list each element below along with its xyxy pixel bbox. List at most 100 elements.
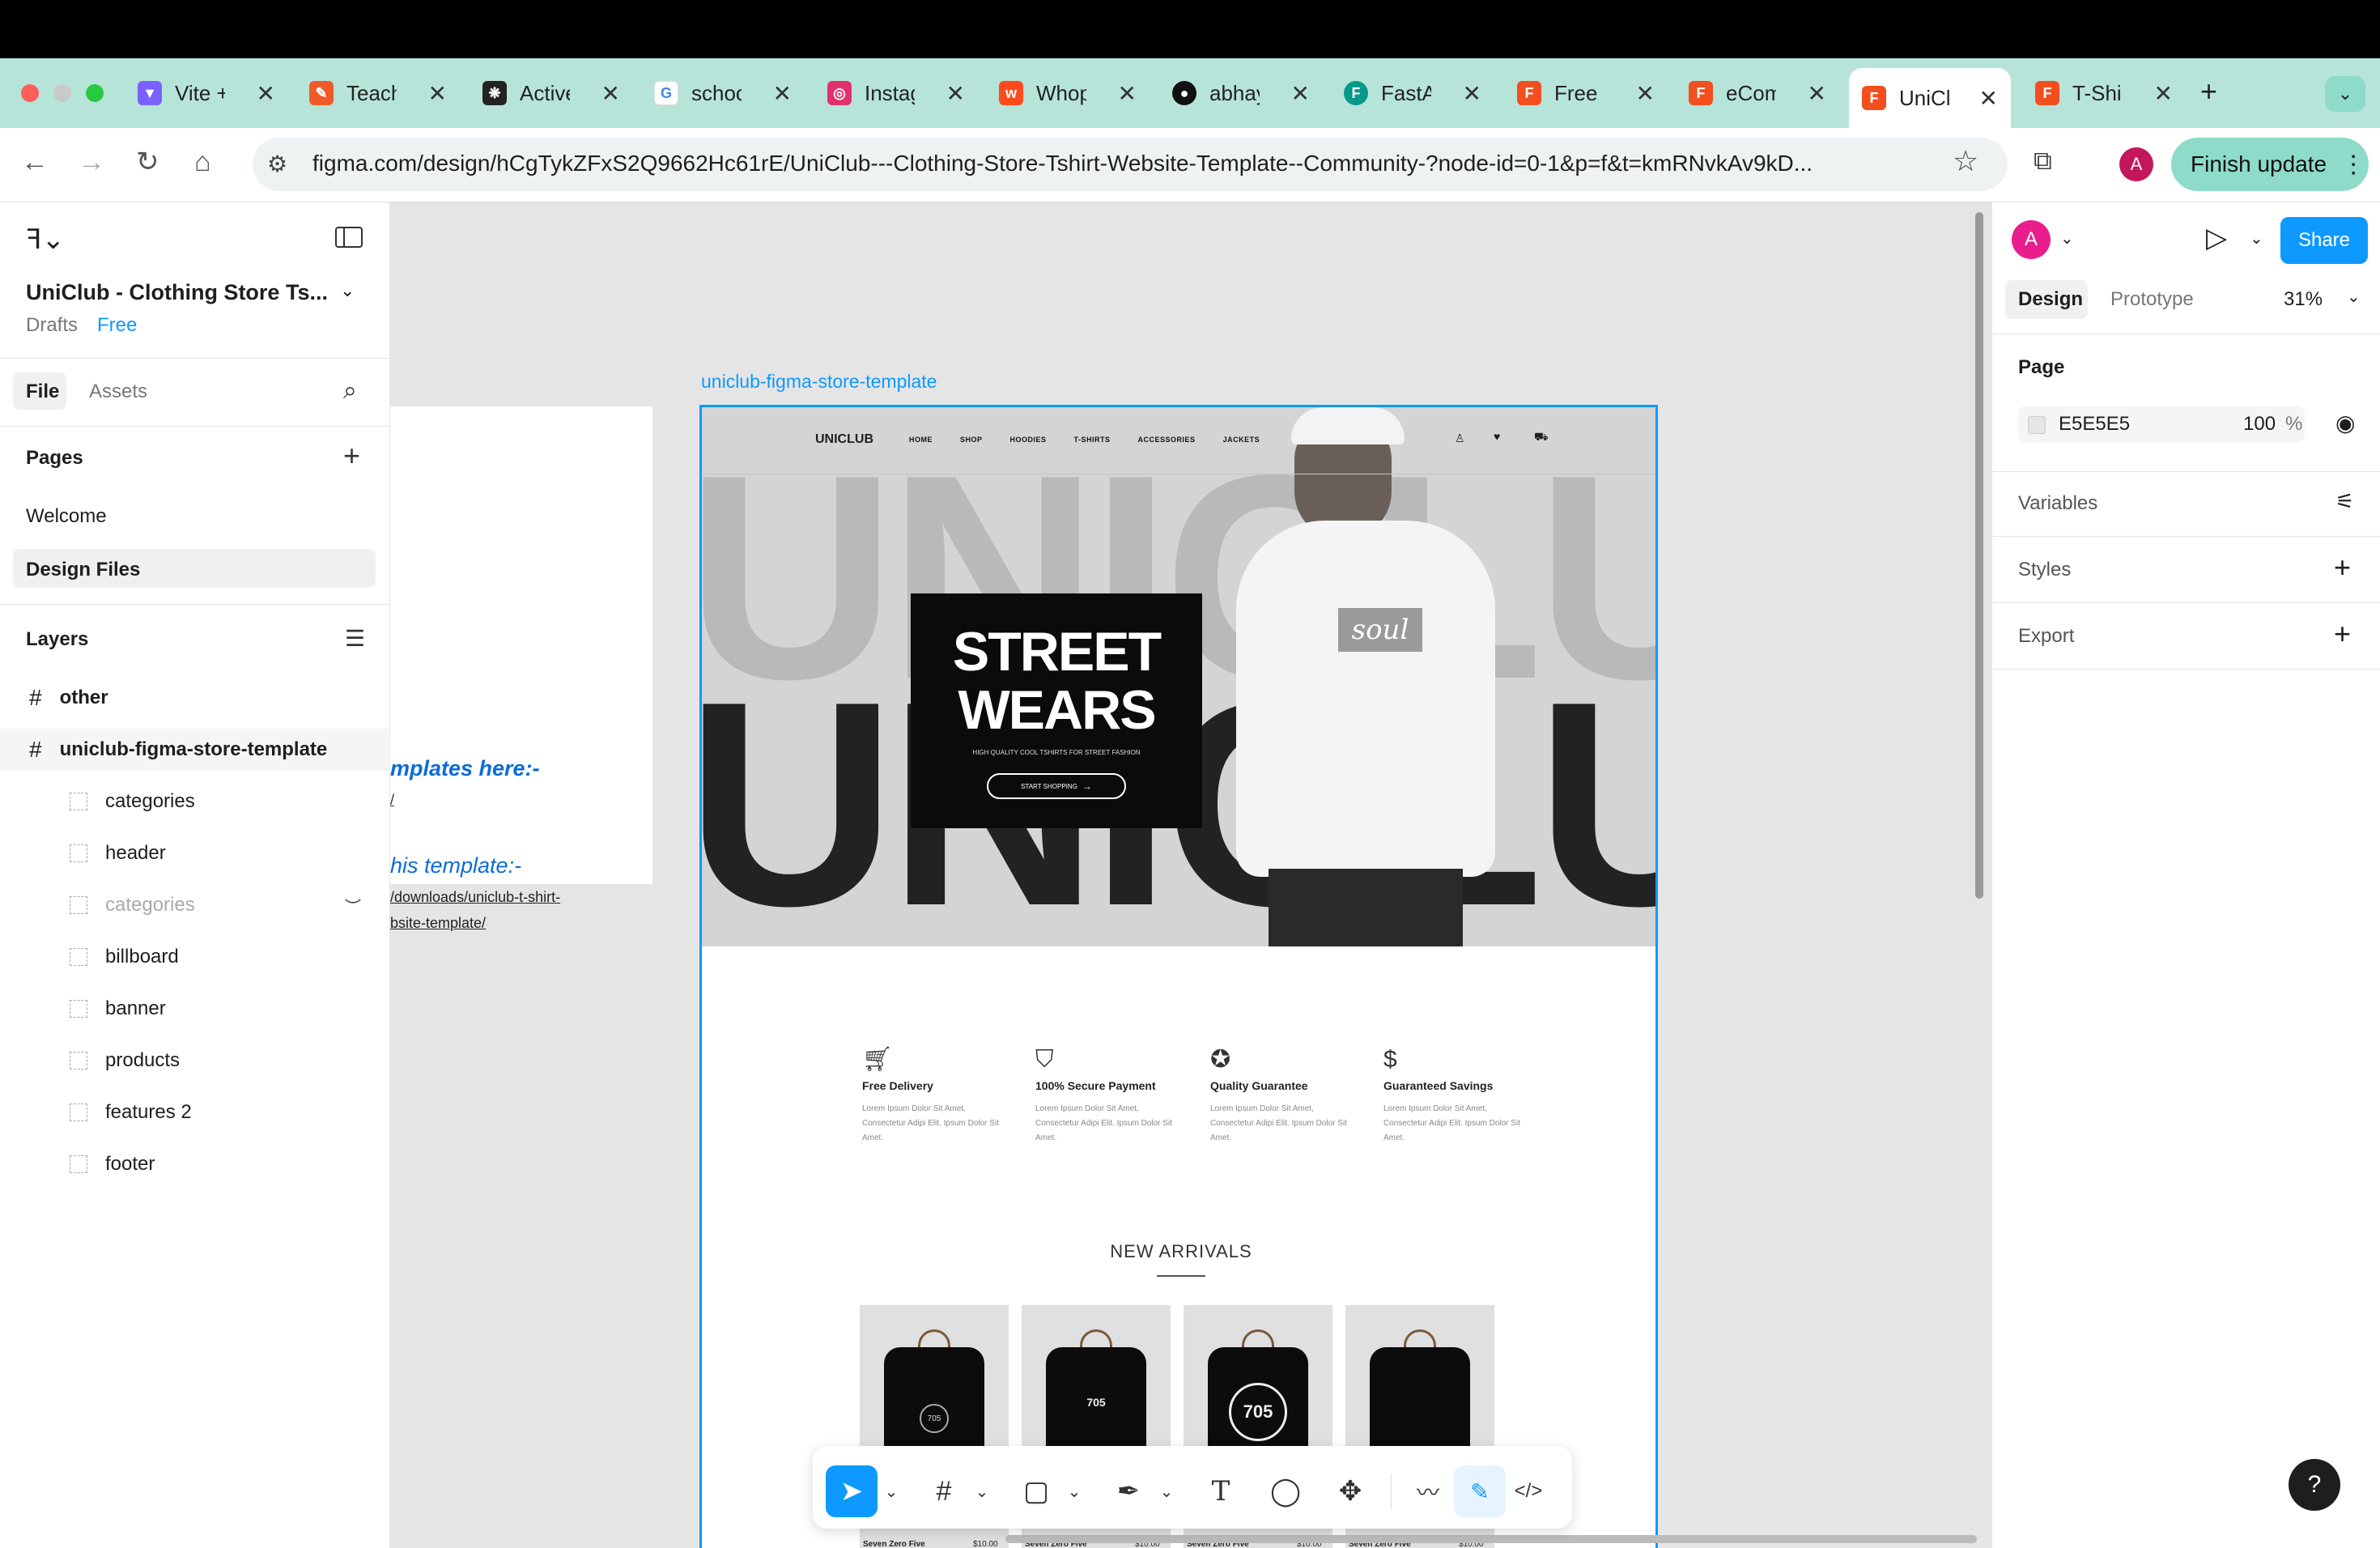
layer-list-options-icon[interactable]: ☰ xyxy=(345,625,365,652)
chevron-down-icon[interactable]: ⌄ xyxy=(2347,287,2361,307)
layer-row-hidden[interactable]: categories ︶ xyxy=(0,884,389,926)
frame-label[interactable]: uniclub-figma-store-template xyxy=(701,371,937,393)
browser-tab[interactable]: ▼ Vite + ✕ xyxy=(138,70,275,117)
file-title[interactable]: UniClub - Clothing Store Ts... xyxy=(26,280,328,305)
add-style-icon[interactable]: + xyxy=(2334,551,2351,585)
pen-tool-icon[interactable]: ✒ xyxy=(1103,1465,1154,1517)
layer-row[interactable]: features 2 xyxy=(0,1091,389,1133)
layer-row[interactable]: # other xyxy=(0,677,389,719)
tab-close-icon[interactable]: ✕ xyxy=(428,80,447,107)
layer-row[interactable]: banner xyxy=(0,988,389,1030)
tab-close-icon[interactable]: ✕ xyxy=(773,80,792,107)
text-tool-icon[interactable]: T xyxy=(1195,1465,1247,1517)
selected-frame[interactable]: UNICLUB UNICLUB soul UNICLUB HOME SHOP H… xyxy=(699,405,1658,1548)
file-menu-chevron-icon[interactable]: ⌄ xyxy=(340,280,355,301)
other-frame[interactable]: mplates here:- / his template:- /downloa… xyxy=(390,406,652,931)
chevron-down-icon[interactable]: ⌄ xyxy=(970,1465,994,1517)
horizontal-scrollbar[interactable] xyxy=(1005,1535,1977,1543)
comment-tool-icon[interactable]: ◯ xyxy=(1260,1465,1311,1517)
url-text[interactable]: figma.com/design/hCgTykZFxS2Q9662Hc61rE/… xyxy=(312,151,1932,176)
chevron-down-icon[interactable]: ⌄ xyxy=(1062,1465,1086,1517)
tab-assets[interactable]: Assets xyxy=(89,381,147,403)
site-settings-icon[interactable]: ⚙ xyxy=(267,151,287,177)
site-nav-link[interactable]: JACKETS xyxy=(1223,436,1260,444)
tab-close-icon[interactable]: ✕ xyxy=(2154,80,2173,107)
cart-icon[interactable]: ⛟ xyxy=(1534,430,1549,445)
page-item-welcome[interactable]: Welcome xyxy=(26,505,107,528)
tab-close-icon[interactable]: ✕ xyxy=(1463,80,1481,107)
minimize-window-icon[interactable] xyxy=(53,84,71,102)
layer-row[interactable]: billboard xyxy=(0,936,389,978)
user-icon[interactable]: ♙ xyxy=(1455,432,1465,445)
frame-tool-icon[interactable]: # xyxy=(918,1465,970,1517)
layer-row[interactable]: footer xyxy=(0,1143,389,1185)
site-nav-link[interactable]: ACCESSORIES xyxy=(1138,436,1196,444)
layer-row[interactable]: header xyxy=(0,832,389,874)
browser-tab[interactable]: FFree E✕ xyxy=(1517,70,1655,117)
tab-close-icon[interactable]: ✕ xyxy=(1118,80,1137,107)
layer-row-selected[interactable]: # uniclub-figma-store-template xyxy=(0,729,389,771)
layer-row[interactable]: products xyxy=(0,1040,389,1082)
site-nav-link[interactable]: HOODIES xyxy=(1010,436,1047,444)
tab-search-chevron-icon[interactable]: ⌄ xyxy=(2325,76,2365,112)
rectangle-tool-icon[interactable]: ▢ xyxy=(1010,1465,1062,1517)
add-page-icon[interactable]: + xyxy=(343,439,360,473)
browser-tab[interactable]: ●abhay✕ xyxy=(1172,70,1310,117)
site-logo[interactable]: UNICLUB xyxy=(815,432,873,447)
figma-canvas[interactable]: mplates here:- / his template:- /downloa… xyxy=(390,202,1991,1548)
vertical-scrollbar[interactable] xyxy=(1975,212,1983,899)
share-button[interactable]: Share xyxy=(2280,217,2368,264)
hidden-eye-icon[interactable]: ︶ xyxy=(345,894,361,917)
browser-tab[interactable]: FeCom ✕ xyxy=(1689,70,1826,117)
browser-tab[interactable]: w Whop ✕ xyxy=(999,70,1137,117)
tab-close-icon[interactable]: ✕ xyxy=(257,80,275,107)
home-icon[interactable]: ⌂ xyxy=(194,146,211,178)
browser-tab[interactable]: FFastAI✕ xyxy=(1344,70,1481,117)
bookmark-star-icon[interactable]: ☆ xyxy=(1953,144,1978,178)
tab-close-icon[interactable]: ✕ xyxy=(1808,80,1826,107)
site-nav-link[interactable]: T-SHIRTS xyxy=(1074,436,1111,444)
tab-close-icon[interactable]: ✕ xyxy=(1979,85,1998,112)
forward-arrow-icon[interactable]: → xyxy=(78,146,105,178)
search-icon[interactable]: ⌕ xyxy=(343,377,357,405)
zoom-level[interactable]: 31% xyxy=(2284,288,2323,311)
profile-avatar[interactable]: A xyxy=(2119,147,2153,181)
draw-mode-icon[interactable]: 〰 xyxy=(1402,1465,1454,1517)
tab-close-icon[interactable]: ✕ xyxy=(1291,80,1310,107)
tab-close-icon[interactable]: ✕ xyxy=(1636,80,1655,107)
finish-update-button[interactable]: Finish update ⋮ xyxy=(2171,138,2369,191)
maximize-window-icon[interactable] xyxy=(86,84,104,102)
layer-row[interactable]: categories xyxy=(0,780,389,823)
new-tab-icon[interactable]: + xyxy=(2200,74,2217,108)
site-nav-link[interactable]: HOME xyxy=(909,436,933,444)
variables-icon[interactable]: ⚟ xyxy=(2335,489,2354,514)
figma-menu-icon[interactable]: ꟻ⌄ xyxy=(26,223,65,256)
wishlist-icon[interactable]: ♥ xyxy=(1494,430,1500,443)
user-avatar[interactable]: A xyxy=(2012,220,2051,259)
tab-close-icon[interactable]: ✕ xyxy=(601,80,620,107)
browser-tab[interactable]: Gschool✕ xyxy=(654,70,792,117)
dev-mode-icon[interactable]: </> xyxy=(1502,1465,1554,1517)
add-export-icon[interactable]: + xyxy=(2334,617,2351,651)
move-tool-icon[interactable]: ➤ xyxy=(826,1465,878,1517)
design-mode-icon[interactable]: ✎ xyxy=(1454,1465,1506,1517)
back-arrow-icon[interactable]: ← xyxy=(21,146,49,178)
browser-tab-active[interactable]: FUniClu✕ xyxy=(1849,68,2011,128)
chevron-down-icon[interactable]: ⌄ xyxy=(2060,228,2074,249)
present-play-icon[interactable]: ▷ xyxy=(2206,222,2227,254)
actions-icon[interactable]: ✥ xyxy=(1324,1465,1376,1517)
browser-tab[interactable]: ❋Active✕ xyxy=(482,70,620,117)
browser-tab[interactable]: FT-Shir✕ xyxy=(2035,70,2173,117)
reload-icon[interactable]: ↻ xyxy=(136,146,159,178)
color-swatch[interactable] xyxy=(2028,416,2046,434)
site-nav-link[interactable]: SHOP xyxy=(960,436,983,444)
help-button[interactable]: ? xyxy=(2289,1459,2340,1511)
browser-tab[interactable]: ◎Instag✕ xyxy=(827,70,965,117)
tab-close-icon[interactable]: ✕ xyxy=(946,80,965,107)
toggle-sidebar-icon[interactable] xyxy=(335,227,363,248)
background-opacity[interactable]: 100 xyxy=(2243,413,2276,436)
plan-badge[interactable]: Free xyxy=(97,314,137,337)
drafts-link[interactable]: Drafts xyxy=(26,314,78,337)
visibility-eye-icon[interactable]: ◉ xyxy=(2335,410,2355,436)
background-hex[interactable]: E5E5E5 xyxy=(2059,413,2130,436)
